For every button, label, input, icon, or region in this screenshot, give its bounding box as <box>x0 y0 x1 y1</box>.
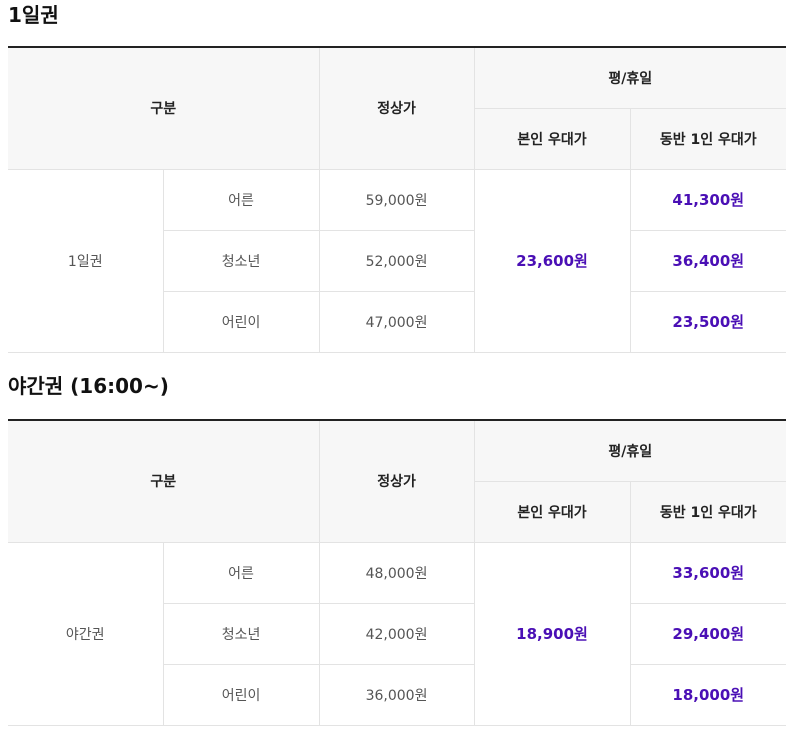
regular-price-cell: 48,000원 <box>318 541 475 604</box>
age-type-cell: 청소년 <box>163 229 320 292</box>
regular-price-cell: 59,000원 <box>318 168 475 231</box>
day-pass-price-table: 구분 정상가 평/휴일 본인 우대가 동반 1인 우대가 1일권 어른 59,0… <box>8 46 787 353</box>
regular-price-cell: 47,000원 <box>318 290 475 353</box>
age-type-cell: 어린이 <box>163 663 320 726</box>
night-pass-price-table: 구분 정상가 평/휴일 본인 우대가 동반 1인 우대가 야간권 어른 48,0… <box>8 419 787 726</box>
header-companion-discount: 동반 1인 우대가 <box>629 480 787 543</box>
regular-price-cell: 52,000원 <box>318 229 475 292</box>
table-row: 1일권 어른 59,000원 23,600원 41,300원 <box>8 168 787 353</box>
header-regular-price: 정상가 <box>318 46 475 170</box>
self-discount-price-cell: 23,600원 <box>473 168 631 353</box>
header-self-discount: 본인 우대가 <box>474 480 631 543</box>
header-category: 구분 <box>8 419 320 543</box>
companion-price-cell: 41,300원 <box>629 168 787 231</box>
regular-price-cell: 42,000원 <box>318 602 475 665</box>
regular-price-cell: 36,000원 <box>318 663 475 726</box>
age-type-cell: 청소년 <box>163 602 320 665</box>
header-regular-price: 정상가 <box>318 419 475 543</box>
table-row: 야간권 어른 48,000원 18,900원 33,600원 <box>8 541 787 726</box>
header-category: 구분 <box>8 46 320 170</box>
header-weekday-holiday: 평/휴일 <box>473 46 787 109</box>
companion-price-cell: 29,400원 <box>629 602 787 665</box>
companion-price-cell: 36,400원 <box>629 229 787 292</box>
section-title-day-pass: 1일권 <box>8 3 59 27</box>
header-weekday-holiday: 평/휴일 <box>473 419 787 482</box>
companion-price-cell: 23,500원 <box>629 290 787 353</box>
age-type-cell: 어린이 <box>163 290 320 353</box>
ticket-name-cell: 1일권 <box>8 168 164 353</box>
self-discount-price-cell: 18,900원 <box>473 541 631 726</box>
header-self-discount: 본인 우대가 <box>474 107 631 170</box>
ticket-name-cell: 야간권 <box>8 541 164 726</box>
companion-price-cell: 33,600원 <box>629 541 787 604</box>
header-companion-discount: 동반 1인 우대가 <box>629 107 787 170</box>
companion-price-cell: 18,000원 <box>629 663 787 726</box>
age-type-cell: 어른 <box>162 168 320 231</box>
section-title-night-pass: 야간권 (16:00~) <box>8 374 169 398</box>
age-type-cell: 어른 <box>162 541 320 604</box>
